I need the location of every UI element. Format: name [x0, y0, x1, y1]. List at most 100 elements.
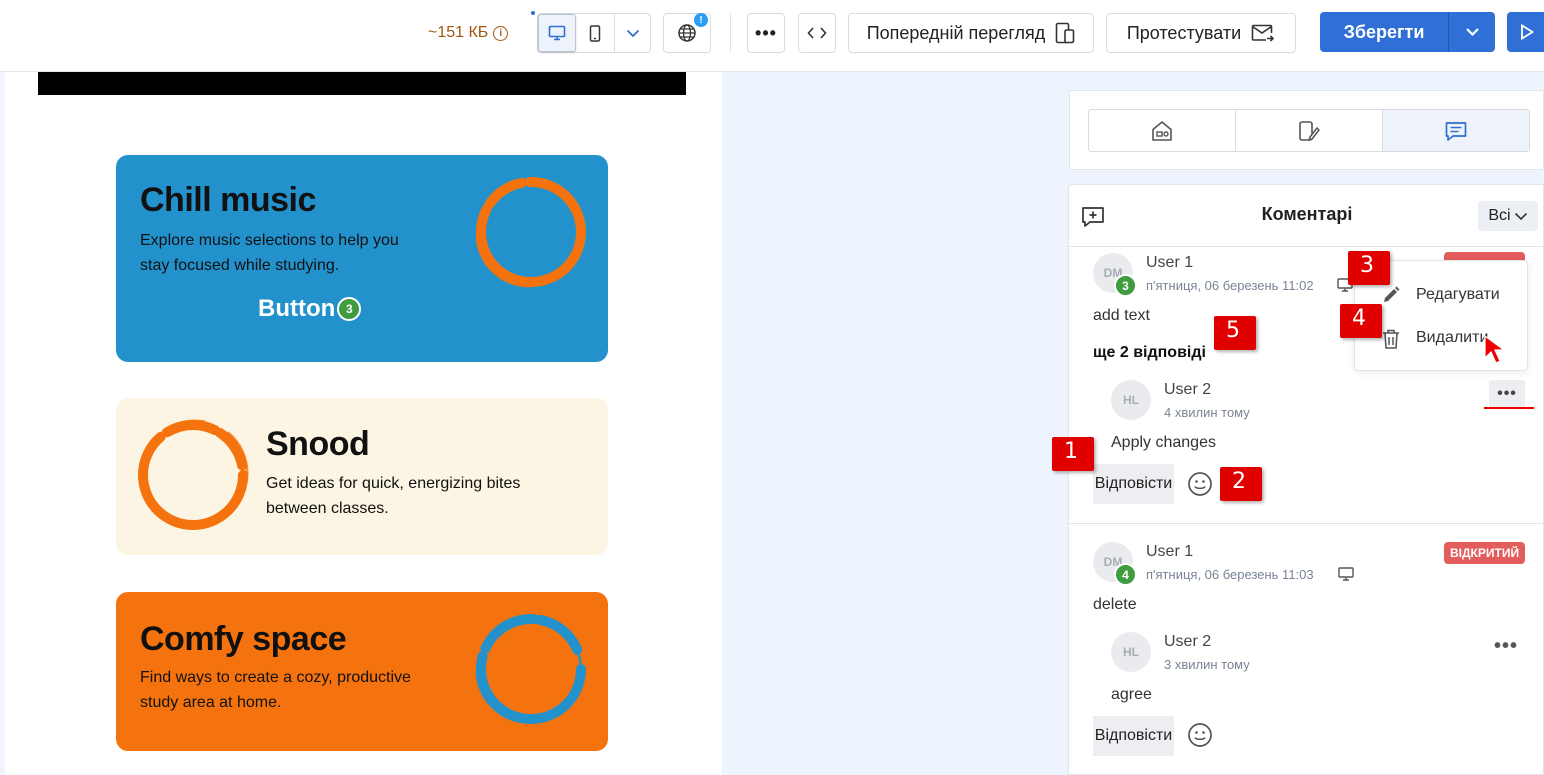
- preview-button[interactable]: Попередній перегляд: [848, 13, 1094, 53]
- reply-author: User 2: [1164, 633, 1212, 650]
- card-title: Chill music: [140, 181, 316, 219]
- reply-text: agree: [1111, 686, 1152, 703]
- mobile-view-button[interactable]: [576, 14, 614, 52]
- sidebar-tabs: [1088, 109, 1530, 152]
- circle-graphic: [134, 416, 252, 534]
- device-dropdown-button[interactable]: [614, 14, 650, 52]
- test-email-button[interactable]: Протестувати: [1106, 13, 1296, 53]
- card-description: Find ways to create a cozy, productive s…: [140, 665, 411, 715]
- comment-number-badge: 4: [1114, 563, 1137, 586]
- card-button[interactable]: Button 3: [258, 295, 362, 323]
- card-description-line: stay focused while studying.: [140, 257, 340, 274]
- reply-date: 3 хвилин тому: [1164, 657, 1250, 672]
- preview-icon: [1055, 22, 1075, 44]
- reply-button[interactable]: Відповісти: [1093, 464, 1174, 504]
- annotation-marker-2: 2: [1220, 467, 1262, 501]
- annotation-marker-3: 3: [1348, 251, 1390, 285]
- emoji-icon[interactable]: [1187, 722, 1213, 748]
- language-button[interactable]: !: [663, 13, 711, 53]
- card-description: Get ideas for quick, energizing bites be…: [266, 471, 520, 521]
- menu-item-label: Видалити: [1416, 329, 1489, 346]
- email-size-indicator: ~151 КБ i: [428, 22, 509, 44]
- globe-icon: [678, 24, 696, 42]
- card-title: Snood: [266, 425, 370, 463]
- card-button-label: Button: [258, 295, 336, 322]
- comment-date: п'ятниця, 06 березень 11:03: [1146, 567, 1314, 582]
- comments-filter-dropdown[interactable]: Всі: [1478, 201, 1538, 231]
- send-button[interactable]: [1507, 12, 1544, 52]
- comments-filter-label: Всі: [1488, 207, 1511, 224]
- preview-button-label: Попередній перегляд: [866, 22, 1046, 43]
- comment-number-badge: 3: [1114, 274, 1137, 297]
- annotation-marker-1: 1: [1052, 437, 1094, 471]
- comments-title: Коментарі: [1261, 204, 1353, 224]
- comment-date: п'ятниця, 06 березень 11:02: [1146, 278, 1314, 293]
- comment-text: add text: [1093, 307, 1150, 324]
- comment-text: delete: [1093, 596, 1137, 613]
- play-icon: [1521, 24, 1534, 40]
- mobile-icon: [589, 24, 601, 42]
- header-image-block[interactable]: [38, 72, 686, 95]
- reply-options-button[interactable]: •••: [1489, 380, 1525, 408]
- thread-divider: [1069, 523, 1544, 524]
- desktop-view-button[interactable]: [538, 14, 576, 52]
- card-description: Explore music selections to help you sta…: [140, 228, 399, 278]
- chevron-down-icon: [626, 29, 639, 37]
- card-comfy-space[interactable]: Comfy space Find ways to create a cozy, …: [116, 592, 608, 751]
- chevron-down-icon: [1514, 212, 1527, 220]
- ring-icon: [138, 419, 249, 530]
- tab-comments[interactable]: [1383, 110, 1529, 151]
- comments-icon: [1445, 121, 1467, 141]
- avatar: HL: [1111, 380, 1151, 420]
- card-chill-music[interactable]: Chill music Explore music selections to …: [116, 155, 608, 362]
- ring-icon: [475, 177, 586, 288]
- tab-styles[interactable]: [1236, 110, 1383, 151]
- pencil-icon: [1384, 286, 1400, 302]
- status-badge: ВІДКРИТИЙ: [1444, 542, 1526, 564]
- email-size-label: ~151 КБ: [428, 24, 489, 41]
- annotation-marker-4: 4: [1340, 304, 1382, 338]
- reply-date: 4 хвилин тому: [1164, 405, 1250, 420]
- comment-pin-badge[interactable]: 3: [337, 297, 362, 321]
- menu-item-label: Редагувати: [1416, 286, 1500, 303]
- desktop-icon: [548, 25, 566, 41]
- more-options-button[interactable]: •••: [747, 13, 785, 53]
- cursor-icon: [1484, 334, 1506, 364]
- tab-blocks[interactable]: [1089, 110, 1236, 151]
- comment-author: User 1: [1146, 543, 1194, 560]
- language-warning-badge: !: [694, 13, 708, 27]
- card-title: Comfy space: [140, 620, 347, 658]
- blocks-icon: [1152, 120, 1172, 141]
- toolbar-divider: [730, 14, 731, 52]
- device-switcher: [537, 13, 651, 53]
- desktop-icon: [1338, 567, 1354, 581]
- test-email-label: Протестувати: [1126, 22, 1242, 43]
- reply-options-button[interactable]: •••: [1494, 635, 1518, 658]
- comment-author: User 1: [1146, 254, 1194, 271]
- code-view-button[interactable]: [798, 13, 836, 53]
- circle-graphic: [472, 610, 590, 728]
- card-description-line: Get ideas for quick, energizing bites: [266, 475, 521, 492]
- circle-graphic: [472, 173, 590, 291]
- reply-button[interactable]: Відповісти: [1093, 716, 1174, 756]
- emoji-icon[interactable]: [1187, 471, 1213, 497]
- code-icon: [807, 27, 827, 39]
- more-icon: •••: [755, 22, 777, 43]
- ring-icon: [475, 614, 586, 724]
- show-more-replies-link[interactable]: ще 2 відповіді: [1093, 344, 1206, 362]
- card-description-line: Explore music selections to help you: [140, 232, 399, 249]
- save-button[interactable]: Зберегти: [1320, 22, 1448, 43]
- top-toolbar: ~151 КБ i ! ••• Попередній перегляд Прот…: [0, 0, 1544, 72]
- info-icon[interactable]: i: [493, 25, 509, 41]
- card-snood[interactable]: Snood Get ideas for quick, energizing bi…: [116, 398, 608, 555]
- reply-text: Apply changes: [1111, 434, 1216, 451]
- styles-icon: [1299, 120, 1320, 141]
- avatar: HL: [1111, 632, 1151, 672]
- device-indicator-dot: [531, 11, 535, 15]
- save-dropdown-button[interactable]: [1449, 28, 1495, 36]
- trash-icon: [1383, 329, 1399, 349]
- annotation-underline: [1484, 407, 1534, 409]
- card-description-line: between classes.: [266, 500, 389, 517]
- comments-header: Коментарі Всі: [1069, 185, 1544, 247]
- annotation-marker-5: 5: [1214, 316, 1256, 350]
